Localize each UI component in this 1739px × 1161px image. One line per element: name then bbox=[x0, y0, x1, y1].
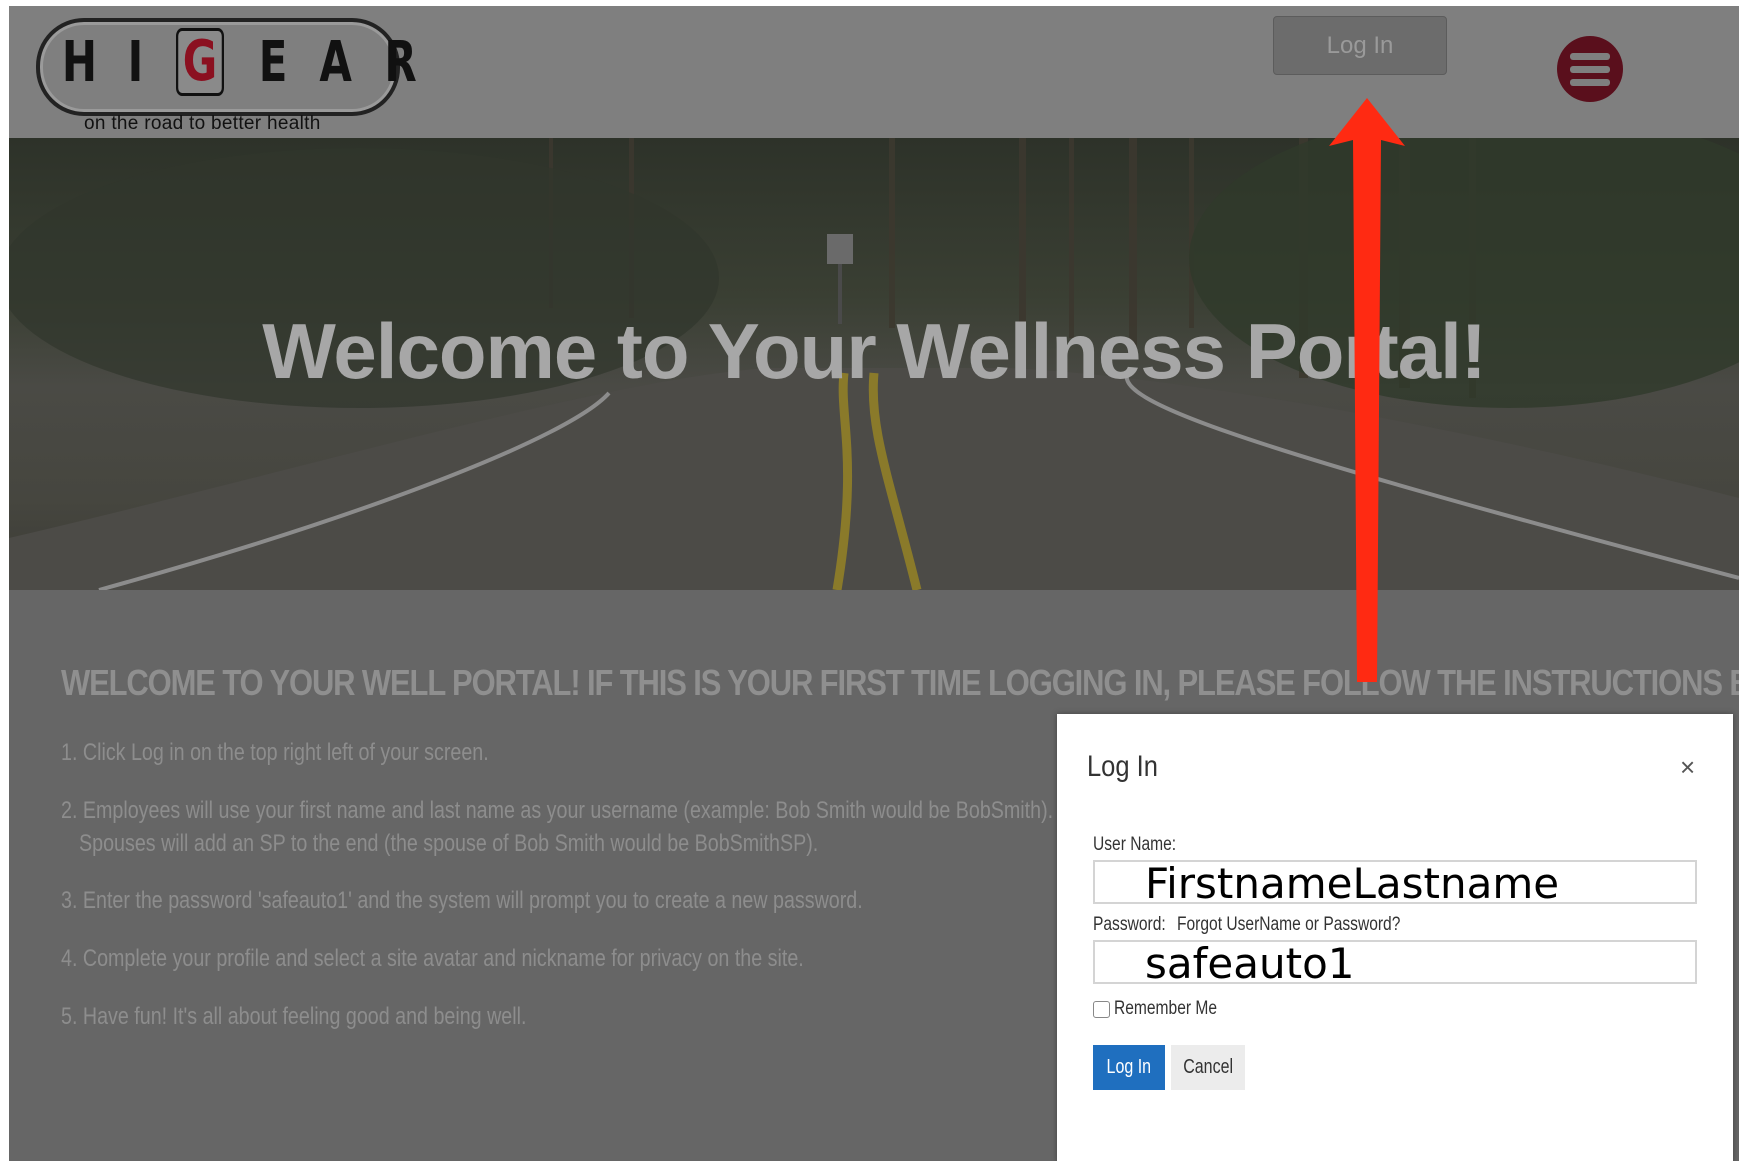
hero-banner: Welcome to Your Wellness Portal! bbox=[9, 138, 1739, 590]
remember-me-label: Remember Me bbox=[1114, 998, 1218, 1019]
logo-letter: H bbox=[61, 29, 98, 95]
instruction-step: 1. Click Log in on the top right left of… bbox=[61, 739, 489, 766]
logo-letter: R bbox=[384, 29, 418, 95]
login-submit-button[interactable]: Log In bbox=[1093, 1045, 1165, 1090]
menu-bar bbox=[1570, 65, 1610, 73]
username-field[interactable]: FirstnameLastname bbox=[1093, 860, 1697, 906]
hamburger-menu-icon[interactable] bbox=[1557, 36, 1623, 102]
instruction-step: 5. Have fun! It's all about feeling good… bbox=[61, 1003, 527, 1030]
login-dialog: Log In × User Name: FirstnameLastname Pa… bbox=[1057, 714, 1733, 1161]
logo-letter: A bbox=[319, 29, 352, 95]
header-login-button[interactable]: Log In bbox=[1273, 16, 1447, 75]
password-label: Password: bbox=[1093, 914, 1166, 935]
logo-letter: E bbox=[258, 29, 288, 95]
instructions-list: 1. Click Log in on the top right left of… bbox=[61, 736, 1054, 1058]
instructions-heading: WELCOME TO YOUR WELL PORTAL! IF THIS IS … bbox=[61, 662, 1739, 703]
login-submit-label: Log In bbox=[1106, 1056, 1152, 1078]
menu-bar bbox=[1570, 78, 1610, 86]
forgot-credentials-link[interactable]: Forgot UserName or Password? bbox=[1177, 914, 1400, 936]
instruction-step-line: 2. Employees will use your first name an… bbox=[61, 797, 1054, 824]
page-frame: H I G E A R on the road to better health… bbox=[9, 6, 1739, 1161]
instruction-step-line: Spouses will add an SP to the end (the s… bbox=[79, 830, 819, 857]
cancel-label: Cancel bbox=[1183, 1056, 1233, 1078]
logo-letter: I bbox=[127, 29, 144, 95]
instruction-step: 4. Complete your profile and select a si… bbox=[61, 945, 804, 972]
cancel-button[interactable]: Cancel bbox=[1171, 1045, 1245, 1090]
close-icon[interactable]: × bbox=[1680, 752, 1695, 783]
hero-title: Welcome to Your Wellness Portal! bbox=[262, 307, 1487, 395]
logo-tagline: on the road to better health bbox=[84, 113, 321, 134]
username-label: User Name: bbox=[1093, 834, 1177, 855]
logo-letter-highlight: G bbox=[175, 28, 224, 96]
logo-wordmark: H I G E A R bbox=[56, 28, 422, 96]
menu-bar bbox=[1570, 52, 1610, 60]
dialog-title: Log In bbox=[1087, 750, 1158, 783]
remember-me-checkbox[interactable] bbox=[1093, 1000, 1110, 1018]
instruction-step: 2. Employees will use your first name an… bbox=[61, 794, 1054, 860]
header: H I G E A R on the road to better health… bbox=[9, 6, 1739, 138]
annotation-arrow-icon bbox=[1329, 98, 1405, 682]
remember-me-option[interactable]: Remember Me bbox=[1093, 998, 1240, 1020]
logo[interactable]: H I G E A R on the road to better health bbox=[24, 10, 417, 138]
instruction-step: 3. Enter the password 'safeauto1' and th… bbox=[61, 887, 863, 914]
password-field[interactable]: safeauto1 bbox=[1093, 940, 1697, 986]
